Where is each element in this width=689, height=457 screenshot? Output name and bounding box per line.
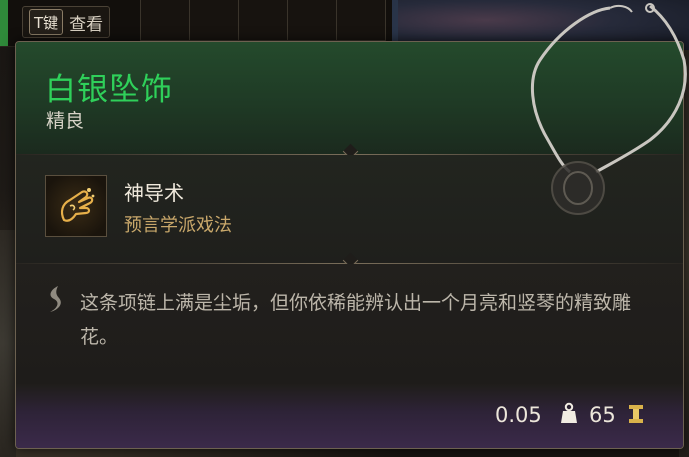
examine-hint[interactable]: T键 查看 <box>22 6 111 38</box>
inventory-slot[interactable] <box>238 0 288 41</box>
tooltip-header: 白银坠饰 精良 <box>16 42 683 154</box>
item-name: 白银坠饰 <box>45 72 173 108</box>
inventory-panel: T键 查看 <box>0 0 392 47</box>
inventory-slot[interactable] <box>336 0 386 41</box>
item-tooltip: 白银坠饰 精良 神导术 预言学派戏法 这条项链上满是尘垢，但你依稀能辨认出一个月… <box>15 41 684 449</box>
spell-section: 神导术 预言学派戏法 <box>16 155 683 263</box>
inventory-slot[interactable] <box>140 0 190 41</box>
inventory-slot[interactable] <box>287 0 337 41</box>
background-rock-left <box>0 230 16 457</box>
spell-school: 预言学派戏法 <box>124 215 232 236</box>
tooltip-footer: 0.05 65 <box>16 384 683 448</box>
key-cap-t: T键 <box>29 9 64 35</box>
quill-icon <box>44 284 66 314</box>
gold-coin-icon <box>628 404 644 424</box>
item-rarity: 精良 <box>46 110 85 132</box>
item-price: 65 <box>589 403 616 427</box>
inventory-slot[interactable] <box>189 0 239 41</box>
examine-label: 查看 <box>69 14 104 35</box>
weight-icon <box>560 402 578 424</box>
description-section: 这条项链上满是尘垢，但你依稀能辨认出一个月亮和竖琴的精致雕花。 <box>16 264 683 384</box>
item-weight: 0.05 <box>495 403 542 427</box>
guidance-hand-icon[interactable] <box>45 175 107 237</box>
item-description: 这条项链上满是尘垢，但你依稀能辨认出一个月亮和竖琴的精致雕花。 <box>80 292 632 348</box>
inventory-selection-edge <box>0 0 8 46</box>
spell-name: 神导术 <box>124 181 184 205</box>
